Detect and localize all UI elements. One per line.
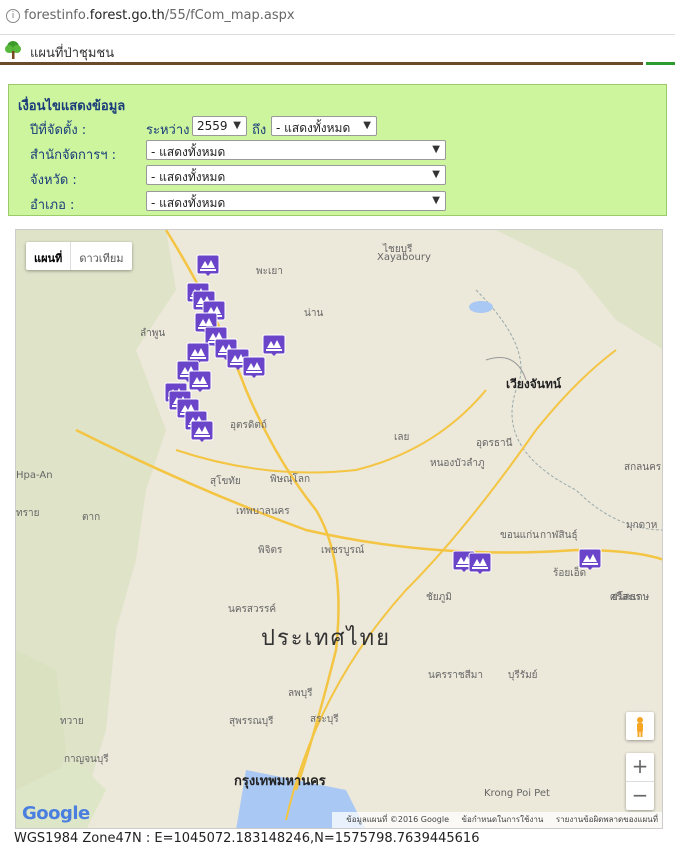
community-forest-marker-icon[interactable] bbox=[578, 548, 602, 572]
google-logo: Google bbox=[22, 803, 90, 824]
place-label: ตาก bbox=[82, 512, 101, 523]
place-label: ลำพูน bbox=[140, 328, 166, 339]
page-title: แผนที่ป่าชุมชน bbox=[30, 46, 115, 61]
map-type-control: แผนที่ ดาวเทียม bbox=[26, 242, 132, 270]
chevron-down-icon: ▼ bbox=[432, 144, 440, 155]
map-canvas[interactable]: แผนที่ ดาวเทียม ประเทศไทย ไชยบุรี Xayabo… bbox=[15, 229, 663, 829]
year-to-select[interactable]: - แสดงทั้งหมด ▼ bbox=[271, 116, 377, 136]
zoom-in-button[interactable]: + bbox=[626, 753, 654, 781]
place-label: อุตรดิตถ์ bbox=[230, 420, 267, 431]
header-divider bbox=[0, 62, 643, 65]
tab-satellite[interactable]: ดาวเทียม bbox=[71, 242, 131, 270]
url-text[interactable]: forestinfo.forest.go.th/55/fCom_map.aspx bbox=[24, 8, 295, 23]
zoom-control: + − bbox=[626, 753, 654, 810]
community-forest-marker-icon[interactable] bbox=[242, 356, 266, 380]
place-label: สระบุรี bbox=[310, 714, 339, 725]
place-label: อุดรธานี bbox=[476, 438, 513, 449]
place-label: พิษณุโลก bbox=[270, 474, 311, 485]
browser-address-bar[interactable]: i forestinfo.forest.go.th/55/fCom_map.as… bbox=[0, 0, 675, 35]
district-label: อำเภอ : bbox=[30, 198, 75, 213]
district-select[interactable]: - แสดงทั้งหมด ▼ bbox=[146, 191, 446, 211]
place-label: สุพรรณบุรี bbox=[229, 716, 274, 727]
street-view-pegman-icon[interactable] bbox=[626, 712, 654, 740]
place-label: กาญจนบุรี bbox=[64, 754, 109, 765]
place-label: นครราชสีมา bbox=[428, 670, 483, 681]
place-label: เลย bbox=[394, 432, 410, 443]
place-label: ชัยภูมิ bbox=[426, 592, 452, 603]
community-forest-marker-icon[interactable] bbox=[262, 334, 286, 358]
to-label: ถึง bbox=[252, 123, 267, 138]
place-label: ทราย bbox=[16, 508, 40, 519]
place-label: ยโสธร bbox=[612, 592, 641, 603]
zoom-out-button[interactable]: − bbox=[626, 782, 654, 810]
filter-title: เงื่อนไขแสดงข้อมูล bbox=[18, 99, 126, 114]
country-label: ประเทศไทย bbox=[261, 626, 392, 651]
place-label: นครสวรรค์ bbox=[228, 604, 277, 615]
place-label: พิจิตร bbox=[258, 545, 283, 556]
province-label: จังหวัด : bbox=[30, 173, 77, 188]
place-label: น่าน bbox=[304, 308, 324, 319]
year-from-select[interactable]: 2559 ▼ bbox=[192, 116, 247, 136]
place-label: ขอนแก่น bbox=[500, 530, 540, 541]
place-label: กาฬสินธุ์ bbox=[540, 530, 578, 541]
place-label: เพชรบูรณ์ bbox=[321, 545, 365, 556]
place-label: สกลนคร bbox=[624, 462, 662, 473]
place-label: หนองบัวลำภู bbox=[430, 458, 485, 469]
chevron-down-icon: ▼ bbox=[363, 120, 371, 131]
place-label: สุโขทัย bbox=[210, 476, 241, 487]
place-label: พะเยา bbox=[256, 266, 283, 277]
between-label: ระหว่าง bbox=[146, 123, 190, 138]
office-select[interactable]: - แสดงทั้งหมด ▼ bbox=[146, 140, 446, 160]
info-icon[interactable]: i bbox=[6, 9, 20, 23]
chevron-down-icon: ▼ bbox=[432, 195, 440, 206]
filter-panel: เงื่อนไขแสดงข้อมูล ปีที่จัดตั้ง : ระหว่า… bbox=[8, 84, 667, 216]
place-label: ทวาย bbox=[60, 716, 84, 727]
place-label: บุรีรัมย์ bbox=[508, 670, 538, 681]
attribution-data: ข้อมูลแผนที่ ©2016 Google bbox=[346, 815, 449, 824]
place-label: เวียงจันทน์ bbox=[506, 377, 562, 391]
header-divider-accent bbox=[646, 62, 675, 65]
office-label: สำนักจัดการฯ : bbox=[30, 148, 117, 163]
attribution-report-link[interactable]: รายงานข้อผิดพลาดของแผนที่ bbox=[556, 815, 658, 824]
place-label: Xayaboury bbox=[377, 252, 431, 263]
place-label: มุกดาห bbox=[626, 520, 658, 531]
community-forest-marker-icon[interactable] bbox=[190, 420, 214, 444]
coordinate-readout: WGS1984 Zone47N : E=1045072.183148246,N=… bbox=[14, 831, 480, 846]
place-label: กรุงเทพมหานคร bbox=[234, 774, 326, 789]
chevron-down-icon: ▼ bbox=[432, 169, 440, 180]
page-header: แผนที่ป่าชุมชน bbox=[0, 36, 675, 65]
place-label: Hpa-An bbox=[16, 470, 53, 481]
province-select[interactable]: - แสดงทั้งหมด ▼ bbox=[146, 165, 446, 185]
map-attribution: ข้อมูลแผนที่ ©2016 Google ข้อกำหนดในการใ… bbox=[332, 812, 662, 828]
tab-map[interactable]: แผนที่ bbox=[26, 242, 72, 270]
place-label: เทพบาลนคร bbox=[236, 506, 290, 517]
place-label: Krong Poi Pet bbox=[484, 788, 550, 799]
place-label: ลพบุรี bbox=[288, 688, 313, 699]
attribution-terms-link[interactable]: ข้อกำหนดในการใช้งาน bbox=[462, 815, 544, 824]
tree-icon bbox=[5, 41, 21, 59]
community-forest-marker-icon[interactable] bbox=[196, 254, 220, 278]
chevron-down-icon: ▼ bbox=[233, 120, 241, 131]
year-label: ปีที่จัดตั้ง : bbox=[30, 123, 87, 138]
community-forest-marker-icon[interactable] bbox=[468, 552, 492, 576]
